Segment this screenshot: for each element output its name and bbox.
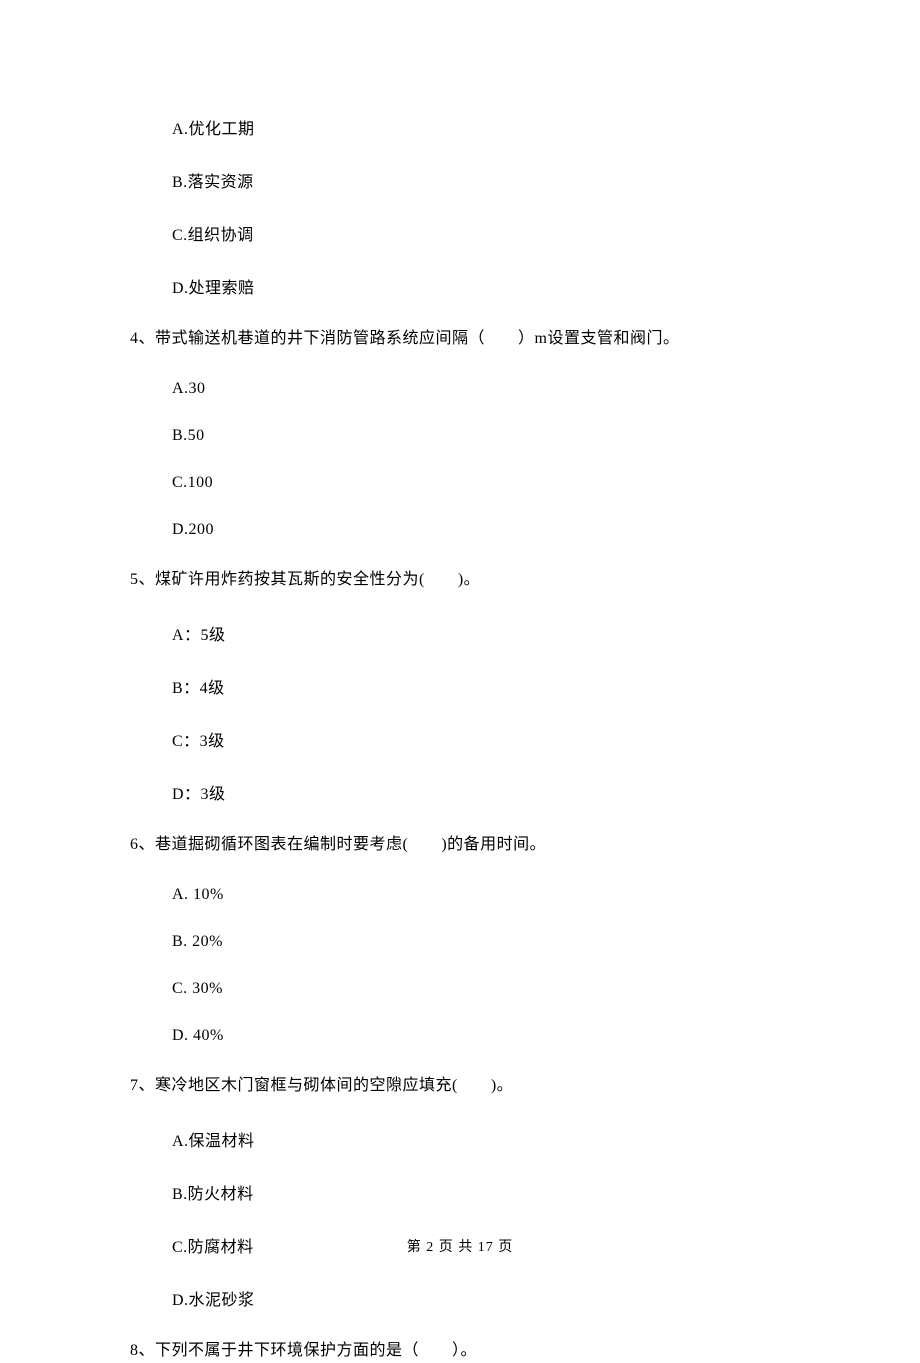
option-text: D.水泥砂浆 [130,1286,790,1310]
question-4-options: A.30 B.50 C.100 D.200 [130,380,790,539]
option-text: D.处理索赔 [130,274,790,298]
option-text: A：5级 [130,621,790,645]
question-7-options: A.保温材料 B.防火材料 C.防腐材料 D.水泥砂浆 [130,1127,790,1310]
question-8-stem: 8、下列不属于井下环境保护方面的是（ ）。 [130,1339,790,1363]
option-text: B.落实资源 [130,168,790,192]
option-text: B.防火材料 [130,1180,790,1204]
option-text: C. 30% [130,980,790,998]
option-text: D：3级 [130,780,790,804]
option-text: A. 10% [130,886,790,904]
question-6-options: A. 10% B. 20% C. 30% D. 40% [130,886,790,1045]
option-text: C.100 [130,474,790,492]
option-text: C：3级 [130,727,790,751]
question-5-options: A：5级 B：4级 C：3级 D：3级 [130,621,790,804]
option-text: B：4级 [130,674,790,698]
page-footer: 第 2 页 共 17 页 [0,1236,920,1256]
option-text: D. 40% [130,1027,790,1045]
page-content: A.优化工期 B.落实资源 C.组织协调 D.处理索赔 4、带式输送机巷道的井下… [0,0,920,1363]
option-text: A.30 [130,380,790,398]
option-text: A.优化工期 [130,115,790,139]
question-6-stem: 6、巷道掘砌循环图表在编制时要考虑( )的备用时间。 [130,833,790,857]
option-text: B.50 [130,427,790,445]
option-text: A.保温材料 [130,1127,790,1151]
question-5-stem: 5、煤矿许用炸药按其瓦斯的安全性分为( )。 [130,568,790,592]
question-7-stem: 7、寒冷地区木门窗框与砌体间的空隙应填充( )。 [130,1074,790,1098]
option-text: C.组织协调 [130,221,790,245]
question-3-options: A.优化工期 B.落实资源 C.组织协调 D.处理索赔 [130,115,790,298]
option-text: B. 20% [130,933,790,951]
question-4-stem: 4、带式输送机巷道的井下消防管路系统应间隔（ ）m设置支管和阀门。 [130,327,790,351]
option-text: D.200 [130,521,790,539]
